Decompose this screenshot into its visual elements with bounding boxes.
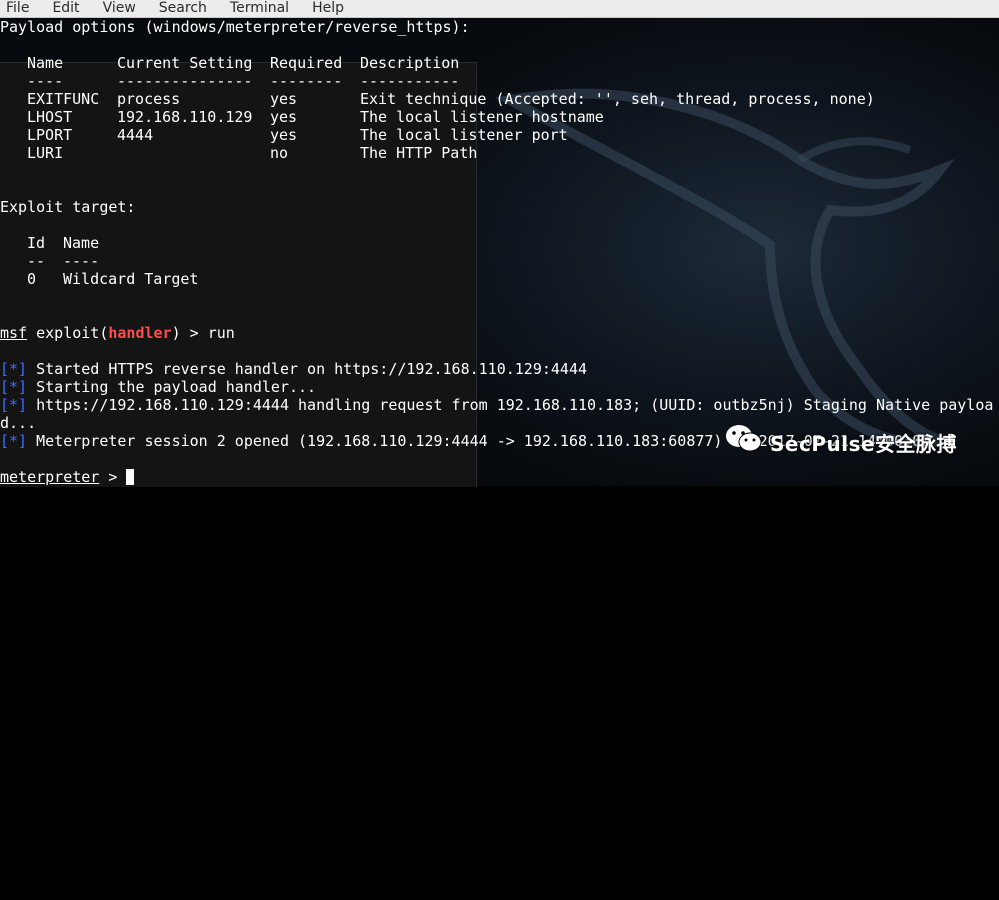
table-cell-setting: 4444 bbox=[117, 126, 154, 144]
status-line: [*] Starting the payload handler... bbox=[0, 378, 316, 396]
prompt-module-suffix: ) > bbox=[171, 324, 208, 342]
table-row: 0 bbox=[27, 270, 37, 288]
meterpreter-label: meterpreter bbox=[0, 468, 100, 486]
module-name: handler bbox=[108, 324, 172, 342]
table-cell-description: Exit technique (Accepted: '', seh, threa… bbox=[360, 90, 875, 108]
terminal-output: Payload options (windows/meterpreter/rev… bbox=[0, 0, 999, 486]
col-setting-header: Current Setting bbox=[117, 54, 253, 72]
wrapped-line: d... bbox=[0, 414, 37, 432]
table-row: LPORT bbox=[27, 126, 73, 144]
col-setting-underline: --------------- bbox=[117, 72, 253, 90]
table-cell-required: yes bbox=[270, 126, 298, 144]
col-target-name-header: Name bbox=[63, 234, 100, 252]
table-cell-description: The HTTP Path bbox=[360, 144, 478, 162]
watermark-text: SecPulse安全脉搏 bbox=[770, 432, 958, 456]
status-line: [*] https://192.168.110.129:4444 handlin… bbox=[0, 396, 993, 414]
table-cell-description: The local listener hostname bbox=[360, 108, 604, 126]
col-id-header: Id bbox=[27, 234, 46, 252]
col-description-header: Description bbox=[360, 54, 460, 72]
meterpreter-suffix: > bbox=[99, 468, 127, 486]
col-target-name-underline: ---- bbox=[63, 252, 100, 270]
status-text: Started HTTPS reverse handler on https:/… bbox=[27, 360, 588, 378]
info-marker: [*] bbox=[0, 396, 28, 414]
table-cell-required: yes bbox=[270, 90, 298, 108]
meterpreter-prompt-line[interactable]: meterpreter > bbox=[0, 468, 135, 486]
msf-label: msf bbox=[0, 324, 28, 342]
text-cursor bbox=[126, 469, 135, 485]
col-name-header: Name bbox=[27, 54, 64, 72]
status-line: [*] Started HTTPS reverse handler on htt… bbox=[0, 360, 587, 378]
col-required-underline: -------- bbox=[270, 72, 343, 90]
status-text: https://192.168.110.129:4444 handling re… bbox=[27, 396, 994, 414]
info-marker: [*] bbox=[0, 378, 28, 396]
payload-options-heading: Payload options (windows/meterpreter/rev… bbox=[0, 18, 470, 36]
table-cell-required: yes bbox=[270, 108, 298, 126]
info-marker: [*] bbox=[0, 360, 28, 378]
table-cell-required: no bbox=[270, 144, 289, 162]
table-row: LHOST bbox=[27, 108, 73, 126]
table-row: LURI bbox=[27, 144, 64, 162]
table-cell-setting: 192.168.110.129 bbox=[117, 108, 253, 126]
exploit-target-heading: Exploit target: bbox=[0, 198, 136, 216]
info-marker: [*] bbox=[0, 432, 28, 450]
wechat-icon bbox=[726, 425, 762, 452]
table-row: EXITFUNC bbox=[27, 90, 100, 108]
msf-prompt-line: msf exploit(handler) > run bbox=[0, 324, 235, 342]
col-required-header: Required bbox=[270, 54, 343, 72]
table-cell-description: The local listener port bbox=[360, 126, 568, 144]
table-cell-setting: process bbox=[117, 90, 181, 108]
status-text: Starting the payload handler... bbox=[27, 378, 317, 396]
command-text: run bbox=[207, 324, 235, 342]
prompt-module-prefix: exploit( bbox=[27, 324, 109, 342]
table-cell-target-name: Wildcard Target bbox=[63, 270, 199, 288]
col-description-underline: ----------- bbox=[360, 72, 460, 90]
col-name-underline: ---- bbox=[27, 72, 64, 90]
col-id-underline: -- bbox=[27, 252, 46, 270]
